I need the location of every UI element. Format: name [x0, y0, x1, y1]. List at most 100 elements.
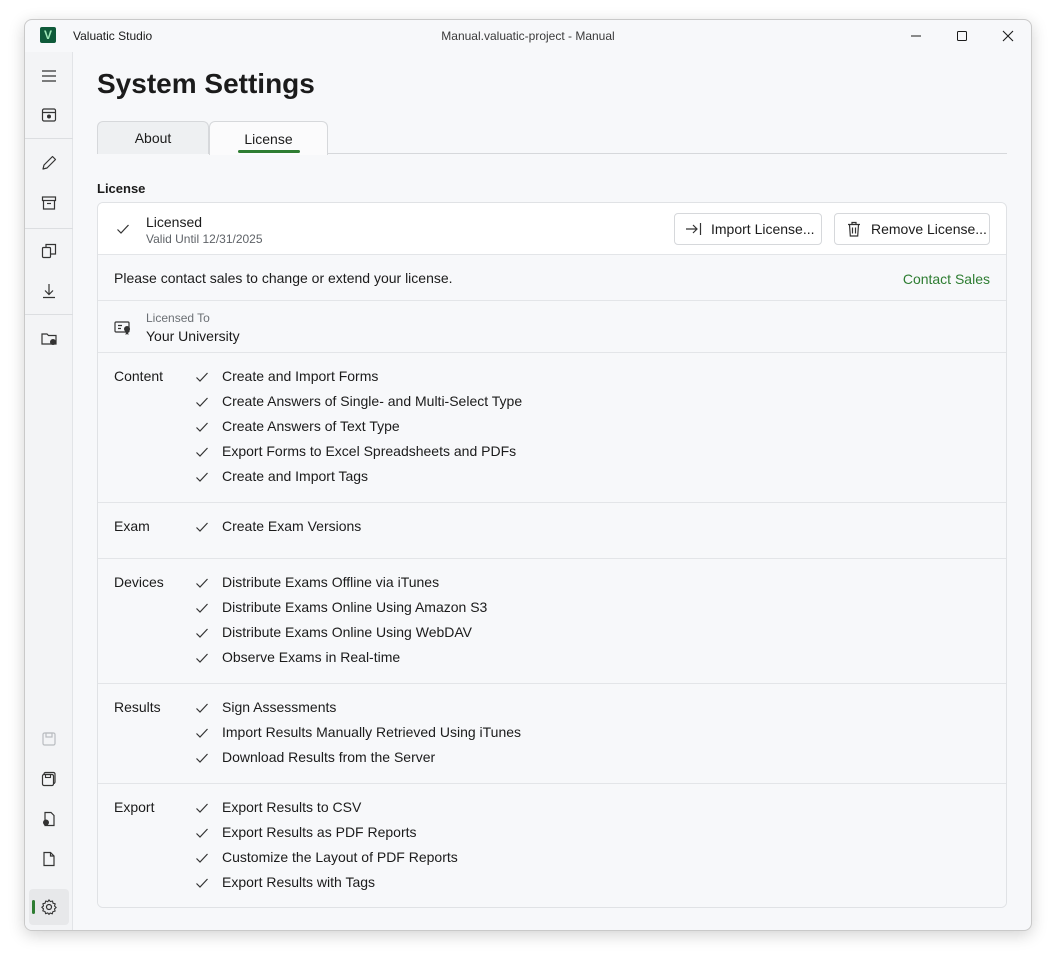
rail-download-button[interactable]: [29, 273, 69, 309]
feature-group-content: Content Create and Import Forms Create A…: [98, 353, 1006, 503]
feature-label: Create Exam Versions: [222, 518, 362, 534]
check-icon: [195, 520, 209, 534]
rail-folder-sync-button[interactable]: [29, 321, 69, 357]
certificate-icon: [114, 321, 130, 335]
folder-sync-icon: [41, 333, 57, 345]
feature-label: Create and Import Forms: [222, 368, 379, 384]
feature-item: Create Answers of Text Type: [98, 415, 1006, 440]
maximize-button[interactable]: [939, 20, 985, 52]
close-icon: [1002, 30, 1014, 42]
tab-about[interactable]: About: [97, 121, 209, 154]
archive-icon: [41, 196, 57, 210]
title-bar: V Valuatic Studio Manual.valuatic-projec…: [25, 20, 1031, 52]
contact-sales-link[interactable]: Contact Sales: [903, 271, 990, 287]
settings-tabs: About License: [97, 121, 1007, 155]
feature-item: Distribute Exams Offline via iTunes: [98, 571, 1006, 596]
rail-copy-button[interactable]: [29, 233, 69, 269]
rail-separator: [25, 138, 73, 139]
minimize-button[interactable]: [893, 20, 939, 52]
feature-label: Import Results Manually Retrieved Using …: [222, 724, 522, 740]
export-doc-icon: [43, 811, 55, 827]
settings-gear-icon: [41, 899, 57, 915]
feature-label: Create and Import Tags: [222, 468, 369, 484]
feature-item: Export Forms to Excel Spreadsheets and P…: [98, 440, 1006, 465]
check-icon: [116, 222, 130, 236]
project-box-icon: [41, 108, 57, 122]
license-status-row: Licensed Valid Until 12/31/2025 Import L…: [98, 203, 1006, 255]
feature-group-devices: Devices Distribute Exams Offline via iTu…: [98, 559, 1006, 684]
feature-label: Distribute Exams Offline via iTunes: [222, 574, 440, 590]
check-icon: [195, 651, 209, 665]
rail-settings-button[interactable]: [29, 889, 69, 925]
rail-edit-button[interactable]: [29, 145, 69, 181]
minimize-icon: [911, 35, 921, 37]
feature-label: Export Results with Tags: [222, 874, 376, 890]
close-button[interactable]: [985, 20, 1031, 52]
document-title: Manual.valuatic-project - Manual: [441, 29, 615, 43]
check-icon: [195, 576, 209, 590]
feature-label: Create Answers of Text Type: [222, 418, 400, 434]
tab-label: About: [134, 130, 172, 146]
feature-item: Sign Assessments: [98, 696, 1006, 721]
check-icon: [195, 801, 209, 815]
rail-save-as-button[interactable]: [29, 761, 69, 797]
tab-license[interactable]: License: [209, 121, 328, 155]
edit-pencil-icon: [42, 155, 57, 170]
check-icon: [195, 395, 209, 409]
navigation-rail: [25, 52, 73, 930]
feature-item: Customize the Layout of PDF Reports: [98, 846, 1006, 871]
rail-export-button[interactable]: [29, 801, 69, 837]
licensed-to-value: Your University: [146, 328, 240, 344]
feature-label: Export Forms to Excel Spreadsheets and P…: [222, 443, 517, 459]
rail-menu-button[interactable]: [29, 58, 69, 94]
feature-group-export: Export Export Results to CSV Export Resu…: [98, 784, 1006, 907]
check-icon: [195, 826, 209, 840]
rail-project-button[interactable]: [29, 97, 69, 133]
remove-license-button[interactable]: Remove License...: [834, 213, 990, 245]
feature-label: Distribute Exams Online Using WebDAV: [222, 624, 473, 640]
check-icon: [195, 601, 209, 615]
contact-sales-row: Please contact sales to change or extend…: [98, 255, 1006, 301]
check-icon: [195, 751, 209, 765]
rail-save-button[interactable]: [29, 721, 69, 757]
download-icon: [43, 284, 55, 299]
feature-item: Export Results as PDF Reports: [98, 821, 1006, 846]
check-icon: [195, 420, 209, 434]
check-icon: [195, 876, 209, 890]
import-arrow-icon: [686, 223, 702, 235]
check-icon: [195, 851, 209, 865]
selected-indicator: [32, 900, 35, 914]
rail-archive-button[interactable]: [29, 185, 69, 221]
feature-label: Create Answers of Single- and Multi-Sele…: [222, 393, 523, 409]
section-label: License: [97, 181, 146, 196]
import-license-label: Import License...: [711, 221, 815, 237]
rail-new-file-button[interactable]: [29, 841, 69, 877]
feature-item: Create Answers of Single- and Multi-Sele…: [98, 390, 1006, 415]
tab-label: License: [244, 130, 293, 147]
trash-icon: [848, 221, 860, 237]
feature-label: Sign Assessments: [222, 699, 337, 715]
page-title: System Settings: [97, 68, 315, 99]
check-icon: [195, 445, 209, 459]
feature-label: Observe Exams in Real-time: [222, 649, 401, 665]
check-icon: [195, 370, 209, 384]
feature-label: Download Results from the Server: [222, 749, 436, 765]
active-tab-indicator: [238, 150, 300, 153]
feature-item: Create and Import Forms: [98, 365, 1006, 390]
feature-label: Distribute Exams Online Using Amazon S3: [222, 599, 488, 615]
import-license-button[interactable]: Import License...: [674, 213, 822, 245]
feature-item: Distribute Exams Online Using WebDAV: [98, 621, 1006, 646]
check-icon: [195, 626, 209, 640]
save-as-icon: [41, 771, 56, 787]
new-file-icon: [43, 851, 55, 867]
check-icon: [195, 701, 209, 715]
check-icon: [195, 470, 209, 484]
feature-item: Create and Import Tags: [98, 465, 1006, 490]
licensed-to-row: Licensed To Your University: [98, 301, 1006, 353]
save-disabled-icon: [42, 732, 56, 746]
hamburger-menu-icon: [42, 70, 56, 82]
rail-separator: [25, 228, 73, 229]
feature-item: Download Results from the Server: [98, 746, 1006, 771]
feature-label: Export Results to CSV: [222, 799, 362, 815]
license-valid-until: Valid Until 12/31/2025: [146, 232, 263, 246]
